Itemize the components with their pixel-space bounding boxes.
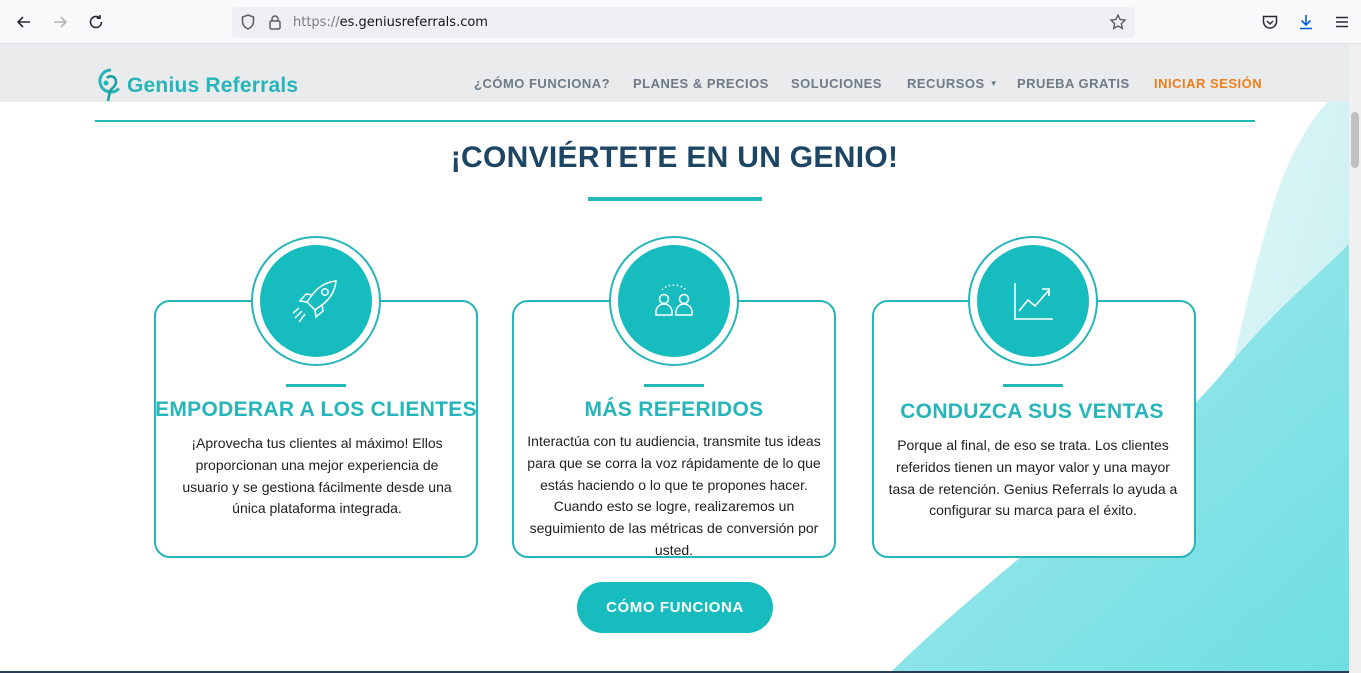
- web-page: Genius Referrals ¿CÓMO FUNCIONA? PLANES …: [0, 44, 1349, 673]
- section-divider: [95, 120, 1255, 122]
- nav-iniciar-sesion[interactable]: INICIAR SESIÓN: [1154, 76, 1262, 91]
- card-text-ventas: Porque al final, de eso se trata. Los cl…: [888, 437, 1178, 519]
- shield-icon[interactable]: [239, 13, 257, 31]
- url-scheme: https://: [293, 15, 340, 30]
- nav-como-funciona[interactable]: ¿CÓMO FUNCIONA?: [474, 76, 610, 91]
- card-title-ventas: CONDUZCA SUS VENTAS: [900, 400, 1164, 423]
- page-scrollbar[interactable]: [1349, 44, 1361, 673]
- nav-prueba-gratis[interactable]: PRUEBA GRATIS: [1017, 76, 1130, 91]
- forward-button[interactable]: [46, 8, 74, 36]
- card-rule-ventas: [1003, 384, 1063, 387]
- card-title-empoderar: EMPODERAR A LOS CLIENTES: [155, 398, 477, 421]
- section-headline: ¡CONVIÉRTETE EN UN GENIO!: [450, 141, 899, 174]
- nav-recursos[interactable]: RECURSOS ▼: [907, 76, 998, 91]
- caret-down-icon: ▼: [989, 79, 999, 88]
- menu-icon[interactable]: [1332, 12, 1352, 32]
- url-host: es.geniusreferrals.com: [339, 15, 488, 30]
- rocket-icon: [292, 280, 337, 323]
- growth-chart-icon: [1014, 283, 1053, 320]
- nav-recursos-label: RECURSOS: [907, 76, 985, 91]
- como-funciona-button[interactable]: CÓMO FUNCIONA: [577, 582, 773, 633]
- bookmark-star-icon[interactable]: [1109, 13, 1127, 31]
- back-button[interactable]: [10, 8, 38, 36]
- feature-badge-empoderar: [251, 236, 381, 366]
- feature-badge-ventas: [968, 236, 1098, 366]
- headline-underline: [588, 197, 762, 201]
- reload-icon: [89, 15, 103, 29]
- main-nav: ¿CÓMO FUNCIONA? PLANES & PRECIOS SOLUCIO…: [0, 76, 1349, 96]
- lock-icon[interactable]: [266, 13, 284, 31]
- scrollbar-thumb[interactable]: [1351, 112, 1359, 168]
- feature-badge-referidos: [609, 236, 739, 366]
- arrow-right-icon: [54, 16, 68, 28]
- pocket-icon[interactable]: [1260, 12, 1280, 32]
- card-text-referidos: Interactúa con tu audiencia, transmite t…: [527, 433, 821, 558]
- reload-button[interactable]: [82, 8, 110, 36]
- url-text[interactable]: https://es.geniusreferrals.com: [293, 15, 488, 30]
- card-rule-empoderar: [286, 384, 346, 387]
- card-text-empoderar: ¡Aprovecha tus clientes al máximo! Ellos…: [182, 435, 452, 517]
- nav-soluciones[interactable]: SOLUCIONES: [791, 76, 882, 91]
- address-bar[interactable]: https://es.geniusreferrals.com: [232, 7, 1135, 38]
- nav-planes-precios[interactable]: PLANES & PRECIOS: [633, 76, 769, 91]
- card-rule-referidos: [644, 384, 704, 387]
- card-title-referidos: MÁS REFERIDOS: [584, 398, 764, 421]
- browser-toolbar: https://es.geniusreferrals.com: [0, 0, 1361, 44]
- arrow-left-icon: [16, 16, 30, 28]
- people-icon: [655, 284, 693, 316]
- download-icon[interactable]: [1296, 12, 1316, 32]
